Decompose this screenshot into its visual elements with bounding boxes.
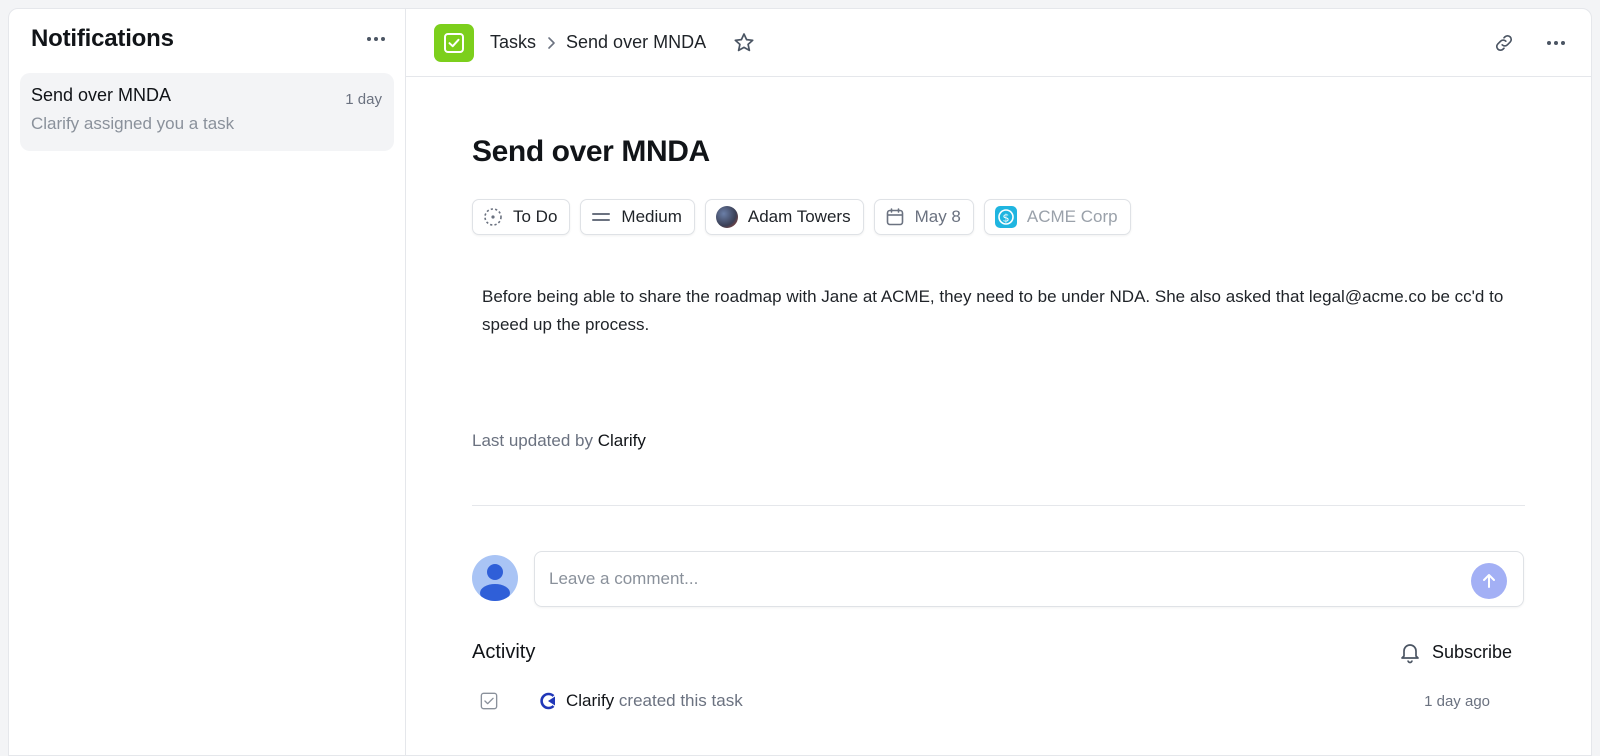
breadcrumb-tasks[interactable]: Tasks xyxy=(490,32,536,53)
star-icon[interactable] xyxy=(732,31,756,55)
link-icon xyxy=(1495,34,1513,51)
activity-header: Activity Subscribe xyxy=(472,637,1512,667)
company-label: ACME Corp xyxy=(1026,207,1118,226)
notifications-sidebar: Notifications Send over MNDA Clarify ass… xyxy=(9,9,406,755)
comment-box xyxy=(534,551,1524,607)
due-date-label: May 8 xyxy=(914,207,961,226)
due-date-chip[interactable]: May 8 xyxy=(873,199,974,235)
activity-time: 1 day ago xyxy=(1424,692,1490,710)
notification-item[interactable]: Send over MNDA Clarify assigned you a ta… xyxy=(20,73,394,151)
svg-text:$: $ xyxy=(1002,212,1009,225)
subscribe-button[interactable]: Subscribe xyxy=(1398,640,1512,664)
clarify-logo-icon xyxy=(538,691,558,711)
task-description[interactable]: Before being able to share the roadmap w… xyxy=(482,283,1532,339)
activity-text: Clarify created this task xyxy=(566,691,743,711)
sidebar-title: Notifications xyxy=(31,25,174,52)
task-title[interactable]: Send over MNDA xyxy=(472,135,710,169)
activity-actor[interactable]: Clarify xyxy=(566,691,614,710)
sidebar-header: Notifications xyxy=(9,9,405,69)
app-window: Notifications Send over MNDA Clarify ass… xyxy=(8,8,1592,756)
bell-icon xyxy=(1401,644,1419,664)
priority-label: Medium xyxy=(621,207,682,226)
user-avatar xyxy=(472,555,518,601)
company-chip[interactable]: $ ACME Corp xyxy=(983,199,1131,235)
assignee-chip[interactable]: Adam Towers xyxy=(704,199,864,235)
send-comment-button[interactable] xyxy=(1471,563,1507,599)
status-label: To Do xyxy=(513,207,558,226)
assignee-label: Adam Towers xyxy=(747,207,851,226)
priority-lines-icon xyxy=(592,213,611,221)
status-chip[interactable]: To Do xyxy=(472,199,571,235)
task-check-icon xyxy=(480,692,498,710)
breadcrumb-current: Send over MNDA xyxy=(566,32,707,52)
activity-title: Activity xyxy=(472,640,536,663)
task-properties: To Do Medium Adam Towers May 8 $ ACME Co… xyxy=(472,199,1131,235)
more-horizontal-icon xyxy=(1547,40,1565,45)
notification-time: 1 day xyxy=(345,91,382,108)
last-updated-prefix: Last updated by xyxy=(472,431,593,450)
chevron-right-icon xyxy=(546,36,556,50)
sidebar-more-button[interactable] xyxy=(361,24,391,54)
more-horizontal-icon xyxy=(367,37,385,41)
activity-item: Clarify created this task 1 day ago xyxy=(472,683,1512,719)
arrow-up-icon xyxy=(1483,574,1495,588)
task-check-icon[interactable] xyxy=(434,23,474,62)
priority-chip[interactable]: Medium xyxy=(580,199,695,235)
divider xyxy=(472,505,1525,506)
notification-title: Send over MNDA xyxy=(31,85,172,105)
comment-input[interactable] xyxy=(549,569,1429,589)
last-updated: Last updated by Clarify xyxy=(472,431,646,451)
task-detail-panel: Tasks Send over MNDA Send over MNDA To D… xyxy=(406,9,1591,755)
top-bar: Tasks Send over MNDA xyxy=(406,9,1591,77)
company-logo-icon: $ xyxy=(994,206,1017,228)
calendar-icon xyxy=(886,208,903,226)
subscribe-label: Subscribe xyxy=(1431,641,1512,662)
copy-link-button[interactable] xyxy=(1489,28,1519,58)
comment-composer xyxy=(472,551,1526,607)
assignee-avatar xyxy=(715,206,738,228)
task-more-button[interactable] xyxy=(1541,28,1571,58)
notification-subtitle: Clarify assigned you a task xyxy=(31,114,235,133)
status-todo-icon xyxy=(484,208,502,226)
activity-action: created this task xyxy=(618,691,743,710)
last-updated-by: Clarify xyxy=(597,431,646,450)
user-icon xyxy=(480,564,510,601)
